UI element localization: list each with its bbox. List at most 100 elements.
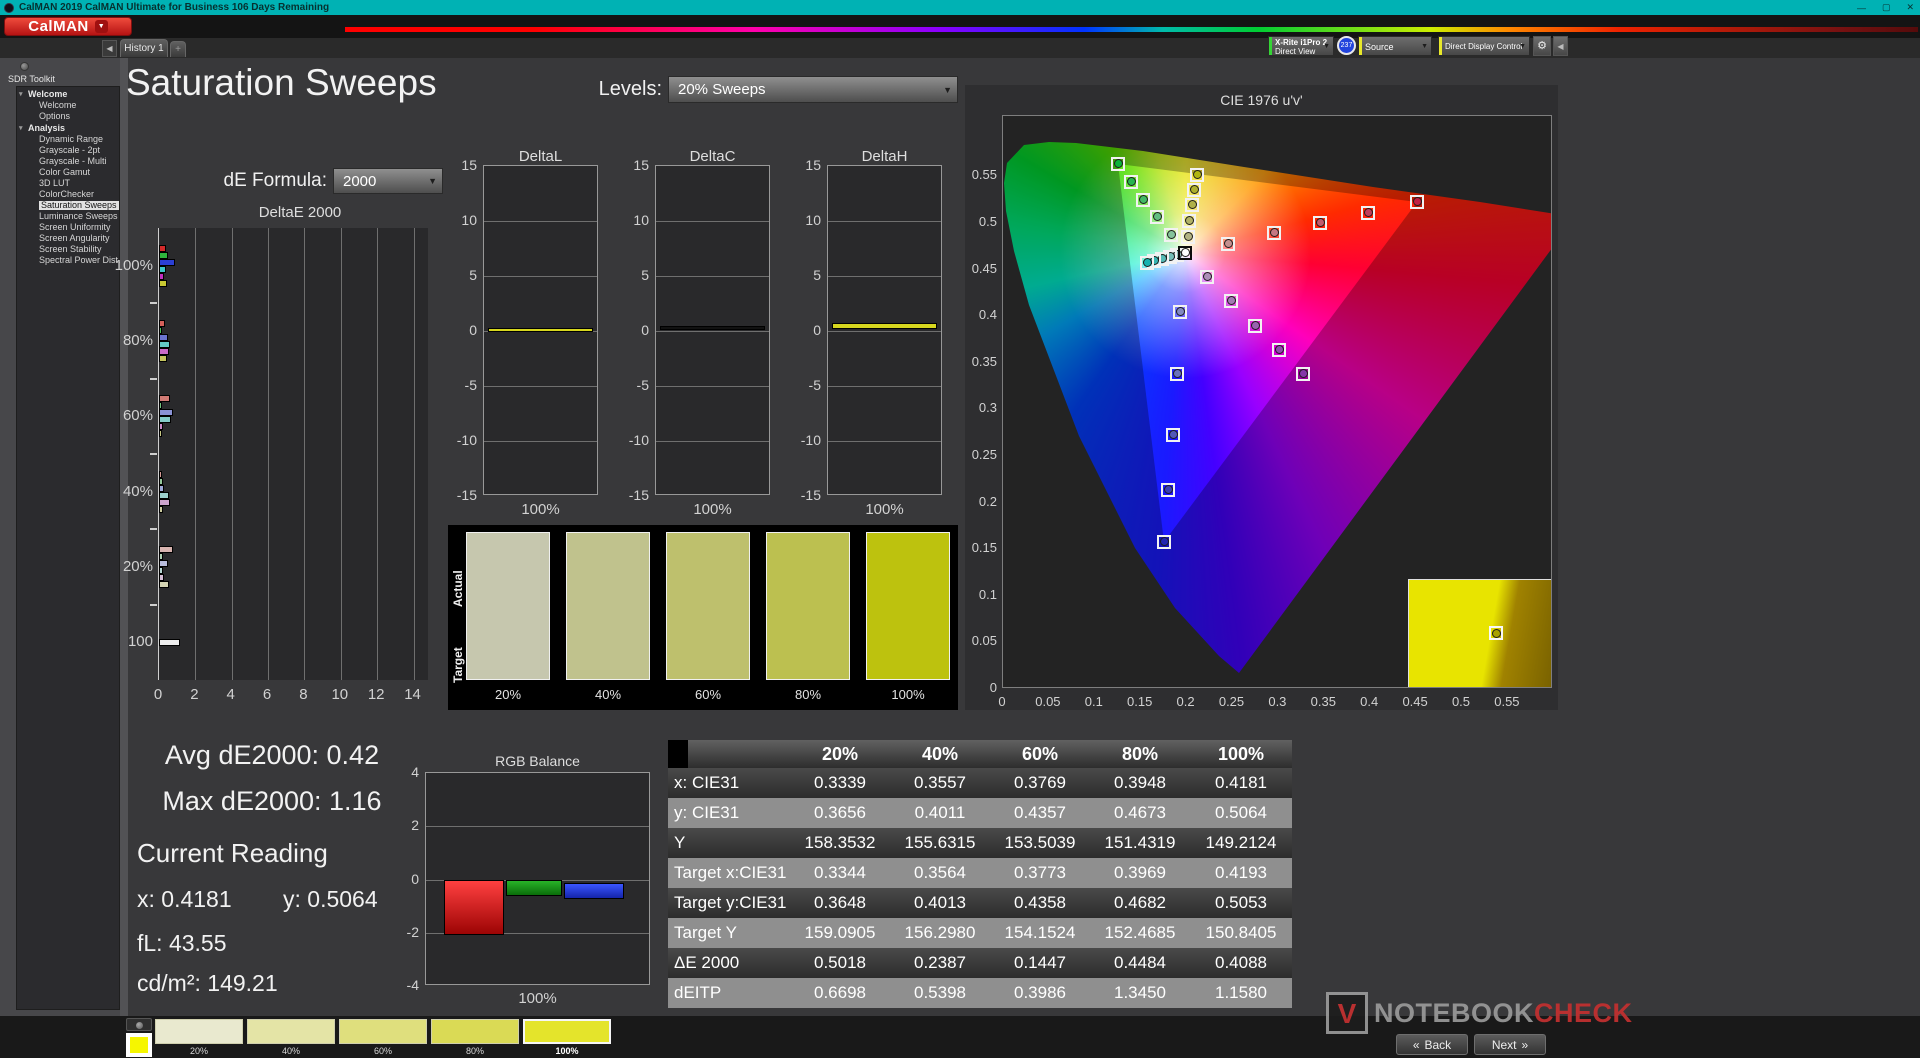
- table-col-header-80%: 80%: [1090, 740, 1190, 768]
- sidebar-item-options[interactable]: Options: [17, 112, 119, 121]
- table-cell: 156.2980: [890, 918, 990, 948]
- swatch-label-40%: 40%: [566, 687, 650, 702]
- table-cell: 0.3986: [990, 978, 1090, 1008]
- cie-measured-marker: [1203, 272, 1212, 281]
- sidebar-item-saturation-sweeps[interactable]: Saturation Sweeps: [17, 201, 119, 210]
- patch-label-80%: 80%: [431, 1046, 519, 1056]
- patch-color-100%: [523, 1019, 611, 1044]
- chevron-down-icon: ▼: [1519, 43, 1526, 50]
- back-label: Back: [1425, 1038, 1452, 1052]
- calman-window: CalMAN 2019 CalMAN Ultimate for Business…: [0, 0, 1920, 1058]
- table-cell: 0.4358: [990, 888, 1090, 918]
- deltac-x-label: 100%: [655, 501, 770, 518]
- selected-item-highlight[interactable]: Saturation Sweeps: [39, 201, 119, 210]
- swatch-label-60%: 60%: [666, 687, 750, 702]
- sidebar-item-screen-stability[interactable]: Screen Stability: [17, 245, 119, 254]
- sidebar-item-color-gamut[interactable]: Color Gamut: [17, 168, 119, 177]
- table-row-label: Target y:CIE31: [674, 888, 790, 918]
- maximize-icon[interactable]: ▢: [1882, 2, 1891, 13]
- de-formula-value: 2000: [343, 169, 376, 193]
- rgb-balance-title: RGB Balance: [425, 753, 650, 769]
- window-title: CalMAN 2019 CalMAN Ultimate for Business…: [19, 2, 329, 13]
- titlebar: CalMAN 2019 CalMAN Ultimate for Business…: [0, 0, 1920, 15]
- sidebar-item-grayscale-2pt[interactable]: Grayscale - 2pt: [17, 146, 119, 155]
- patch-label-60%: 60%: [339, 1046, 427, 1056]
- rgb-balance-bar-red: [444, 880, 504, 936]
- chevron-down-icon: ▼: [95, 20, 108, 33]
- toolbar: ◀ History 1 + X-Rite i1Pro 2 Direct View…: [0, 38, 1920, 58]
- calman-menu-button[interactable]: CalMAN ▼: [4, 17, 132, 36]
- current-reading-title: Current Reading: [137, 838, 328, 869]
- table-cell: 0.5064: [1190, 798, 1292, 828]
- sidebar-splitter[interactable]: [120, 58, 128, 1016]
- workflow-icon[interactable]: [20, 62, 29, 71]
- cie-measured-marker: [1227, 296, 1236, 305]
- table-cell: 154.1524: [990, 918, 1090, 948]
- sidebar-collapse-button[interactable]: ◀: [102, 40, 117, 57]
- levels-dropdown[interactable]: 20% Sweeps ▼: [668, 76, 958, 103]
- current-y-value: y: 0.5064: [283, 886, 378, 913]
- meter-mode: Direct View: [1275, 47, 1315, 56]
- deltac-chart: [655, 165, 770, 495]
- meter-badge[interactable]: 237: [1337, 36, 1356, 55]
- back-button[interactable]: « Back: [1396, 1034, 1468, 1055]
- table-cell: 0.6698: [790, 978, 890, 1008]
- sidebar-item-screen-uniformity[interactable]: Screen Uniformity: [17, 223, 119, 232]
- target-label: Target: [451, 613, 465, 683]
- cie-measured-marker: [1270, 228, 1279, 237]
- minimize-icon[interactable]: —: [1857, 3, 1866, 13]
- sidebar-item-3d-lut[interactable]: 3D LUT: [17, 179, 119, 188]
- panel-collapse-button[interactable]: ◀: [1553, 36, 1568, 56]
- table-cell: 153.5039: [990, 828, 1090, 858]
- current-cdm2-value: cd/m²: 149.21: [137, 970, 278, 997]
- meter-dropdown[interactable]: X-Rite i1Pro 2 Direct View ▼: [1268, 36, 1334, 56]
- expander-icon[interactable]: ▾: [19, 124, 23, 133]
- table-row-label: Target x:CIE31: [674, 858, 790, 888]
- table-col-header-20%: 20%: [790, 740, 890, 768]
- patch-label-100%: 100%: [523, 1046, 611, 1056]
- swatch-comparison-panel: Actual Target 20%40%60%80%100%: [448, 525, 958, 710]
- add-tab-button[interactable]: +: [170, 41, 186, 57]
- table-cell: 0.3557: [890, 768, 990, 798]
- swatch-label-20%: 20%: [466, 687, 550, 702]
- swatch-label-80%: 80%: [766, 687, 850, 702]
- sidebar-item-welcome[interactable]: Welcome: [17, 101, 119, 110]
- calman-logo: CalMAN: [28, 18, 89, 35]
- table-cell: 0.4484: [1090, 948, 1190, 978]
- gear-icon[interactable]: ⚙: [1533, 36, 1551, 56]
- notebookcheck-logo-icon: V: [1326, 992, 1368, 1034]
- rgb-balance-x-label: 100%: [425, 990, 650, 1007]
- sidebar-item-grayscale-multi[interactable]: Grayscale - Multi: [17, 157, 119, 166]
- sidebar-group-analysis[interactable]: ▾Analysis: [17, 124, 119, 133]
- cie-measured-marker: [1251, 321, 1260, 330]
- display-control-label: Direct Display Control: [1445, 42, 1522, 51]
- close-icon[interactable]: ✕: [1906, 2, 1914, 13]
- de-formula-dropdown[interactable]: 2000 ▼: [333, 168, 443, 194]
- sidebar-item-dynamic-range[interactable]: Dynamic Range: [17, 135, 119, 144]
- next-button[interactable]: Next »: [1474, 1034, 1546, 1055]
- table-cell: 0.4181: [1190, 768, 1292, 798]
- table-cell: 0.4011: [890, 798, 990, 828]
- sidebar-group-welcome[interactable]: ▾Welcome: [17, 90, 119, 99]
- source-dropdown[interactable]: Source ▼: [1358, 36, 1432, 56]
- cie-measured-marker: [1114, 159, 1123, 168]
- table-cell: 0.4357: [990, 798, 1090, 828]
- deltae-chart: [158, 228, 428, 680]
- levels-label: Levels:: [520, 78, 662, 101]
- watermark-text-notebook: NOTEBOOK: [1374, 998, 1534, 1029]
- swatch-60%: [666, 532, 750, 680]
- inset-measured-marker: [1492, 629, 1501, 638]
- cie-zoom-inset: [1408, 579, 1552, 688]
- meter-read-button[interactable]: [126, 1018, 152, 1031]
- patch-color-60%: [339, 1019, 427, 1044]
- display-control-dropdown[interactable]: Direct Display Control ▼: [1438, 36, 1530, 56]
- actual-label: Actual: [451, 537, 465, 607]
- sidebar-item-luminance-sweeps[interactable]: Luminance Sweeps: [17, 212, 119, 221]
- sidebar-item-screen-angularity[interactable]: Screen Angularity: [17, 234, 119, 243]
- expander-icon[interactable]: ▾: [19, 90, 23, 99]
- sidebar-item-colorchecker[interactable]: ColorChecker: [17, 190, 119, 199]
- chevron-down-icon: ▼: [428, 176, 437, 186]
- swatch-40%: [566, 532, 650, 680]
- table-cell: 0.3773: [990, 858, 1090, 888]
- tab-history-1[interactable]: History 1: [120, 39, 168, 57]
